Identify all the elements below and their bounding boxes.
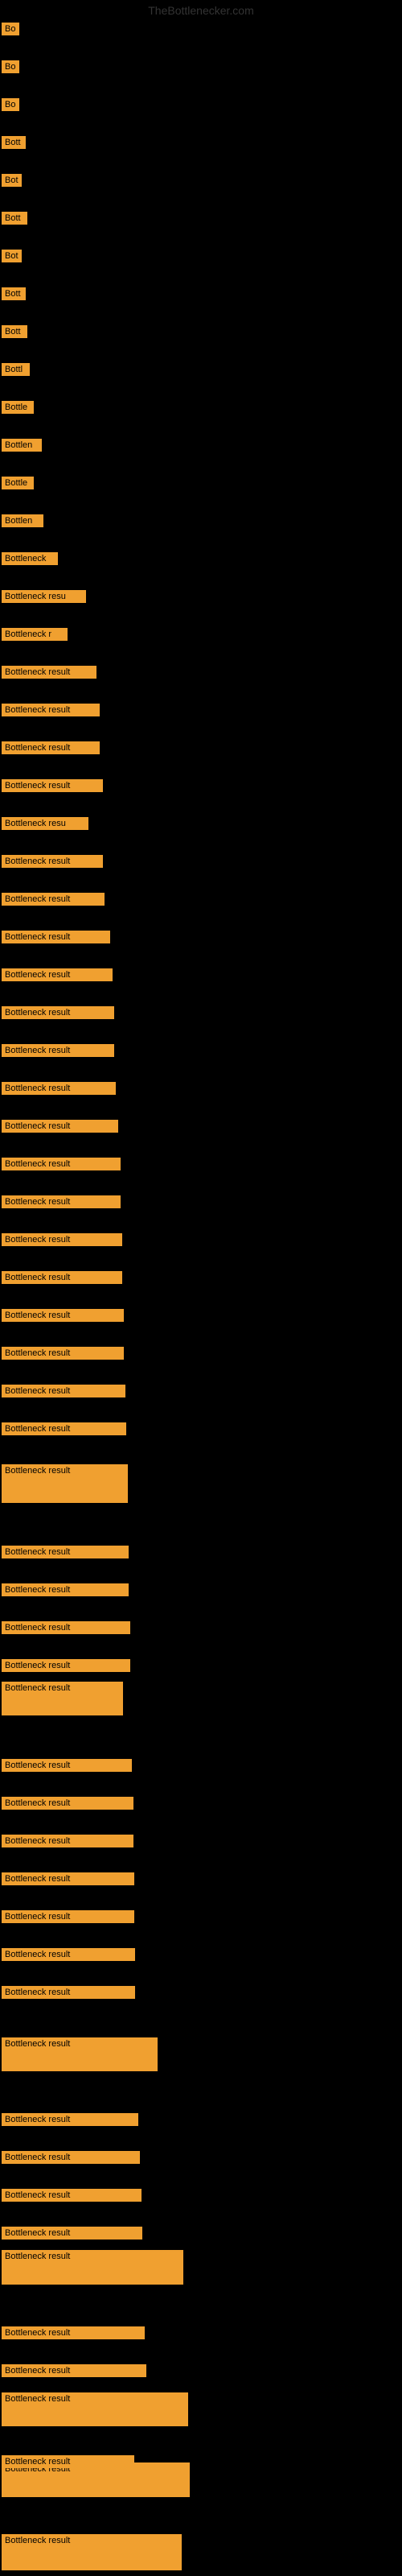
bottleneck-label: Bottleneck result xyxy=(2,741,100,754)
bottleneck-label: Bottleneck result xyxy=(2,2534,182,2570)
bottleneck-label: Bottle xyxy=(2,477,34,489)
bottleneck-label: Bot xyxy=(2,174,22,187)
bottleneck-label: Bottleneck result xyxy=(2,2227,142,2240)
bottleneck-label: Bottleneck result xyxy=(2,855,103,868)
bottleneck-label: Bottl xyxy=(2,363,30,376)
bottleneck-label: Bottle xyxy=(2,401,34,414)
bottleneck-label: Bottleneck result xyxy=(2,1309,124,1322)
bottleneck-label: Bottleneck resu xyxy=(2,590,86,603)
bottleneck-label: Bottleneck result xyxy=(2,2364,146,2377)
bottleneck-label: Bottleneck result xyxy=(2,1546,129,1558)
bottleneck-label: Bottleneck result xyxy=(2,1385,125,1397)
bottleneck-label: Bottleneck result xyxy=(2,1759,132,1772)
bottleneck-label: Bottleneck result xyxy=(2,1464,128,1503)
bottleneck-label: Bottleneck result xyxy=(2,2326,145,2339)
bottleneck-label: Bottleneck result xyxy=(2,2037,158,2071)
bottleneck-label: Bottleneck result xyxy=(2,1659,130,1672)
bottleneck-label: Bottleneck result xyxy=(2,2189,142,2202)
bottleneck-label: Bottleneck result xyxy=(2,1271,122,1284)
bottleneck-label: Bottleneck result xyxy=(2,1797,133,1810)
bottleneck-label: Bottleneck result xyxy=(2,968,113,981)
bottleneck-label: Bottleneck result xyxy=(2,931,110,943)
bottleneck-label: Bottleneck result xyxy=(2,1835,133,1847)
bottleneck-label: Bot xyxy=(2,250,22,262)
bottleneck-label: Bottleneck result xyxy=(2,779,103,792)
bottleneck-label: Bottleneck xyxy=(2,552,58,565)
bottleneck-label: Bottleneck result xyxy=(2,893,105,906)
bottleneck-label: Bottleneck result xyxy=(2,2392,188,2426)
bottleneck-label: Bottleneck result xyxy=(2,2455,134,2468)
bottleneck-label: Bo xyxy=(2,23,19,35)
site-title: TheBottlenecker.com xyxy=(148,4,254,17)
bottleneck-label: Bott xyxy=(2,287,26,300)
bottleneck-label: Bottleneck result xyxy=(2,1233,122,1246)
bottleneck-label: Bottleneck result xyxy=(2,2250,183,2285)
bottleneck-label: Bottleneck result xyxy=(2,1422,126,1435)
bottleneck-label: Bottlen xyxy=(2,439,42,452)
bottleneck-label: Bottleneck result xyxy=(2,1682,123,1715)
bottleneck-label: Bottleneck result xyxy=(2,1872,134,1885)
bottleneck-label: Bottleneck result xyxy=(2,1120,118,1133)
bottleneck-label: Bottleneck result xyxy=(2,1986,135,1999)
bottleneck-label: Bo xyxy=(2,60,19,73)
bottleneck-label: Bottleneck result xyxy=(2,1044,114,1057)
bottleneck-label: Bott xyxy=(2,136,26,149)
bottleneck-label: Bott xyxy=(2,212,27,225)
bottleneck-label: Bottleneck result xyxy=(2,2113,138,2126)
bottleneck-label: Bottleneck result xyxy=(2,1006,114,1019)
bottleneck-label: Bo xyxy=(2,98,19,111)
bottleneck-label: Bott xyxy=(2,325,27,338)
bottleneck-label: Bottleneck result xyxy=(2,1621,130,1634)
bottleneck-label: Bottleneck result xyxy=(2,1948,135,1961)
bottleneck-label: Bottleneck result xyxy=(2,1910,134,1923)
bottleneck-label: Bottleneck result xyxy=(2,1347,124,1360)
bottleneck-label: Bottleneck result xyxy=(2,2151,140,2164)
bottleneck-label: Bottleneck r xyxy=(2,628,68,641)
bottleneck-label: Bottleneck resu xyxy=(2,817,88,830)
bottleneck-label: Bottleneck result xyxy=(2,1158,121,1170)
bottleneck-label: Bottleneck result xyxy=(2,666,96,679)
bottleneck-label: Bottleneck result xyxy=(2,1195,121,1208)
bottleneck-label: Bottlen xyxy=(2,514,43,527)
bottleneck-label: Bottleneck result xyxy=(2,1082,116,1095)
bottleneck-label: Bottleneck result xyxy=(2,704,100,716)
bottleneck-label: Bottleneck result xyxy=(2,1583,129,1596)
